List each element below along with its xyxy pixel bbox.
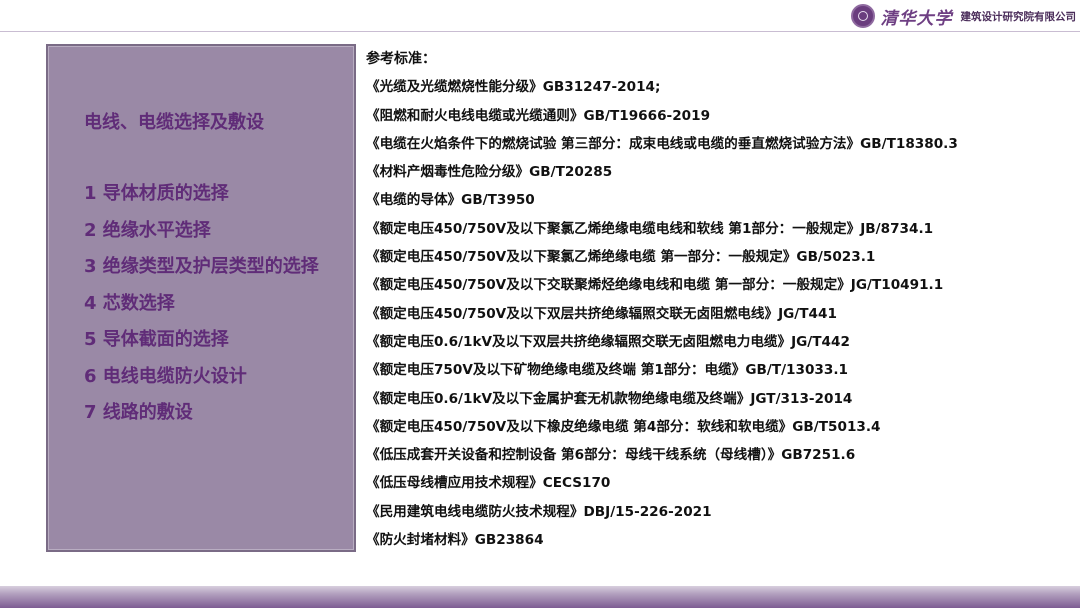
footer-band	[0, 586, 1080, 608]
reference-item: 《电缆的导体》GB/T3950	[366, 192, 535, 209]
topic-item-7: 7 线路的敷设	[84, 402, 193, 423]
reference-item: 《额定电压450/750V及以下交联聚烯烃绝缘电线和电缆 第一部分：一般规定》J…	[366, 277, 944, 294]
university-seal-icon	[850, 4, 875, 28]
reference-item: 《民用建筑电线电缆防火技术规程》DBJ/15-226-2021	[366, 503, 712, 520]
reference-item: 《光缆及光缆燃烧性能分级》GB31247-2014;	[366, 79, 661, 96]
reference-item: 《额定电压0.6/1kV及以下金属护套无机款物绝缘电缆及终端》JGT/313-2…	[366, 390, 853, 407]
topic-item-5: 5 导体截面的选择	[84, 329, 229, 350]
topic-item-3: 3 绝缘类型及护层类型的选择	[84, 256, 319, 277]
reference-item: 《低压母线槽应用技术规程》CECS170	[366, 475, 611, 492]
reference-list: 《光缆及光缆燃烧性能分级》GB31247-2014; 《阻燃和耐火电线电缆或光缆…	[366, 76, 1072, 557]
reference-item: 《低压成套开关设备和控制设备 第6部分：母线干线系统（母线槽）》GB7251.6	[366, 447, 856, 464]
reference-item: 《额定电压450/750V及以下聚氯乙烯绝缘电缆电线和软线 第1部分：一般规定》…	[366, 220, 934, 237]
reference-item: 《材料产烟毒性危险分级》GB/T20285	[366, 164, 613, 181]
topic-item-1: 1 导体材质的选择	[84, 183, 229, 204]
reference-item: 《阻燃和耐火电线电缆或光缆通则》GB/T19666-2019	[366, 107, 711, 124]
reference-item: 《额定电压0.6/1kV及以下双层共挤绝缘辐照交联无卤阻燃电力电缆》JG/T44…	[366, 333, 850, 350]
reference-item: 《额定电压750V及以下矿物绝缘电缆及终端 第1部分：电缆》GB/T/13033…	[366, 362, 848, 379]
reference-item: 《额定电压450/750V及以下双层共挤绝缘辐照交联无卤阻燃电线》JG/T441	[366, 305, 837, 322]
reference-item: 《电缆在火焰条件下的燃烧试验 第三部分：成束电线或电缆的垂直燃烧试验方法》GB/…	[366, 135, 958, 152]
topic-item-6: 6 电线电缆防火设计	[84, 365, 247, 387]
institute-name: 建筑设计研究院有限公司	[960, 10, 1077, 23]
topic-list: 1 导体材质的选择 2 绝缘水平选择 3 绝缘类型及护层类型的选择 4 芯数选择…	[84, 176, 319, 432]
reference-item: 《额定电压450/750V及以下聚氯乙烯绝缘电缆 第一部分：一般规定》GB/50…	[366, 249, 876, 266]
reference-standards: 参考标准： 《光缆及光缆燃烧性能分级》GB31247-2014; 《阻燃和耐火电…	[366, 48, 1072, 557]
university-name: 清华大学	[880, 8, 953, 29]
reference-item: 《防火封堵材料》GB23864	[366, 532, 544, 549]
topic-item-2: 2 绝缘水平选择	[84, 219, 211, 241]
topic-panel: 电线、电缆选择及敷设 1 导体材质的选择 2 绝缘水平选择 3 绝缘类型及护层类…	[46, 44, 356, 552]
reference-item: 《额定电压450/750V及以下橡皮绝缘电缆 第4部分：软线和软电缆》GB/T5…	[366, 418, 881, 435]
institution-logo: 清华大学 建筑设计研究院有限公司	[844, 3, 1077, 29]
reference-header: 参考标准：	[366, 51, 436, 67]
topic-item-4: 4 芯数选择	[84, 292, 175, 314]
header-divider	[0, 31, 1080, 32]
panel-title: 电线、电缆选择及敷设	[84, 112, 264, 133]
